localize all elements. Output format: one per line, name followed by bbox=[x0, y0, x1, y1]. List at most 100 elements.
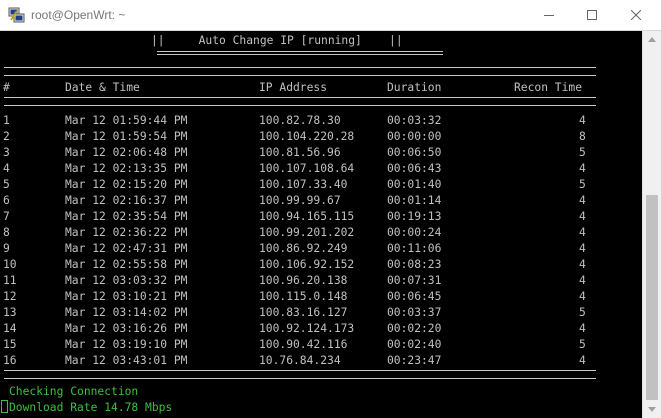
table-row: 12 Mar 12 03:10:21 PM 100.115.0.148 00:06:4… bbox=[1, 289, 601, 305]
row-datetime: Mar 12 03:14:02 PM bbox=[65, 306, 188, 319]
row-number: 5 bbox=[3, 178, 10, 191]
row-ip-address: 100.81.56.96 bbox=[259, 146, 341, 159]
row-number: 14 bbox=[3, 322, 17, 335]
table-row: 2 Mar 12 01:59:54 PM 100.104.220.28 00:00:0… bbox=[1, 129, 601, 145]
row-ip-address: 100.83.16.127 bbox=[259, 306, 348, 319]
scroll-down-button[interactable] bbox=[643, 401, 661, 418]
row-datetime: Mar 12 02:55:58 PM bbox=[65, 258, 188, 271]
download-line: Download Rate 14.78 Mbps bbox=[1, 400, 172, 416]
row-ip-address: 100.92.124.173 bbox=[259, 322, 355, 335]
terminal-output[interactable]: || Auto Change IP [running] || # Date & … bbox=[1, 31, 642, 418]
table-row: 1 Mar 12 01:59:44 PM 100.82.78.30 00:03:32 4 bbox=[1, 113, 601, 129]
close-icon bbox=[631, 10, 641, 20]
row-duration: 00:23:47 bbox=[387, 354, 442, 367]
maximize-button[interactable] bbox=[569, 0, 615, 30]
table-row: 10 Mar 12 02:55:58 PM 100.106.92.152 00:08:… bbox=[1, 257, 601, 273]
row-ip-address: 100.96.20.138 bbox=[259, 274, 348, 287]
table-row: 13 Mar 12 03:14:02 PM 100.83.16.127 00:03:3… bbox=[1, 305, 601, 321]
row-datetime: Mar 12 02:15:20 PM bbox=[65, 178, 188, 191]
row-recon-time: 5 bbox=[579, 146, 586, 159]
row-duration: 00:02:40 bbox=[387, 338, 442, 351]
row-number: 3 bbox=[3, 146, 10, 159]
row-duration: 00:01:14 bbox=[387, 194, 442, 207]
download-rate: Download Rate 14.78 Mbps bbox=[9, 401, 173, 414]
row-datetime: Mar 12 01:59:54 PM bbox=[65, 130, 188, 143]
row-ip-address: 100.82.78.30 bbox=[259, 114, 341, 127]
row-number: 8 bbox=[3, 226, 10, 239]
row-ip-address: 100.107.33.40 bbox=[259, 178, 348, 191]
row-number: 6 bbox=[3, 194, 10, 207]
row-duration: 00:03:32 bbox=[387, 114, 442, 127]
row-datetime: Mar 12 02:47:31 PM bbox=[65, 242, 188, 255]
row-recon-time: 4 bbox=[579, 258, 586, 271]
terminal-window: root@OpenWrt: ~ || Auto Change IP [runni… bbox=[0, 0, 661, 418]
row-number: 10 bbox=[3, 258, 17, 271]
row-datetime: Mar 12 02:13:35 PM bbox=[65, 162, 188, 175]
row-duration: 00:06:45 bbox=[387, 290, 442, 303]
row-number: 13 bbox=[3, 306, 17, 319]
row-ip-address: 100.90.42.116 bbox=[259, 338, 348, 351]
banner-underline bbox=[157, 51, 443, 55]
row-number: 7 bbox=[3, 210, 10, 223]
separator-bottom bbox=[4, 370, 596, 379]
header-recon: Recon Time bbox=[514, 81, 583, 94]
row-number: 11 bbox=[3, 274, 17, 287]
header-num: # bbox=[3, 81, 10, 94]
row-number: 9 bbox=[3, 242, 10, 255]
row-recon-time: 5 bbox=[579, 338, 586, 351]
header-duration: Duration bbox=[387, 81, 442, 94]
row-ip-address: 100.107.108.64 bbox=[259, 162, 355, 175]
row-duration: 00:03:37 bbox=[387, 306, 442, 319]
vertical-scrollbar[interactable] bbox=[642, 31, 661, 418]
row-ip-address: 100.106.92.152 bbox=[259, 258, 355, 271]
row-recon-time: 4 bbox=[579, 290, 586, 303]
row-number: 12 bbox=[3, 290, 17, 303]
table-row: 16 Mar 12 03:43:01 PM 10.76.84.234 00:23:47… bbox=[1, 353, 601, 369]
row-number: 16 bbox=[3, 354, 17, 367]
status-line: Checking Connection bbox=[9, 385, 139, 398]
chevron-up-icon bbox=[648, 37, 656, 42]
row-datetime: Mar 12 02:16:37 PM bbox=[65, 194, 188, 207]
header-ip: IP Address bbox=[259, 81, 328, 94]
row-duration: 00:00:00 bbox=[387, 130, 442, 143]
title-bar[interactable]: root@OpenWrt: ~ bbox=[0, 0, 661, 31]
row-recon-time: 8 bbox=[579, 130, 586, 143]
close-button[interactable] bbox=[613, 0, 659, 30]
row-duration: 00:08:23 bbox=[387, 258, 442, 271]
row-ip-address: 100.99.201.202 bbox=[259, 226, 355, 239]
row-duration: 00:01:40 bbox=[387, 178, 442, 191]
row-datetime: Mar 12 03:19:10 PM bbox=[65, 338, 188, 351]
row-recon-time: 4 bbox=[579, 114, 586, 127]
row-recon-time: 4 bbox=[579, 274, 586, 287]
window-title: root@OpenWrt: ~ bbox=[31, 8, 126, 22]
putty-icon[interactable] bbox=[8, 7, 26, 23]
table-row: 8 Mar 12 02:36:22 PM 100.99.201.202 00:00:2… bbox=[1, 225, 601, 241]
row-number: 15 bbox=[3, 338, 17, 351]
row-duration: 00:19:13 bbox=[387, 210, 442, 223]
chevron-down-icon bbox=[648, 407, 656, 412]
row-ip-address: 100.86.92.249 bbox=[259, 242, 348, 255]
table-row: 6 Mar 12 02:16:37 PM 100.99.99.67 00:01:14 4 bbox=[1, 193, 601, 209]
separator-top bbox=[4, 67, 596, 76]
scrollbar-thumb[interactable] bbox=[646, 195, 658, 400]
row-recon-time: 4 bbox=[579, 322, 586, 335]
row-number: 2 bbox=[3, 130, 10, 143]
row-datetime: Mar 12 03:43:01 PM bbox=[65, 354, 188, 367]
cursor-icon bbox=[1, 400, 8, 413]
table-row: 9 Mar 12 02:47:31 PM 100.86.92.249 00:11:06… bbox=[1, 241, 601, 257]
scroll-up-button[interactable] bbox=[643, 31, 661, 48]
minimize-button[interactable] bbox=[526, 0, 572, 30]
row-datetime: Mar 12 01:59:44 PM bbox=[65, 114, 188, 127]
row-duration: 00:02:20 bbox=[387, 322, 442, 335]
row-duration: 00:06:43 bbox=[387, 162, 442, 175]
row-recon-time: 4 bbox=[579, 354, 586, 367]
banner-title: || Auto Change IP [running] || bbox=[151, 34, 403, 47]
row-datetime: Mar 12 02:35:54 PM bbox=[65, 210, 188, 223]
table-row: 4 Mar 12 02:13:35 PM 100.107.108.64 00:06:4… bbox=[1, 161, 601, 177]
row-recon-time: 4 bbox=[579, 242, 586, 255]
row-recon-time: 4 bbox=[579, 162, 586, 175]
row-ip-address: 10.76.84.234 bbox=[259, 354, 341, 367]
row-recon-time: 4 bbox=[579, 226, 586, 239]
table-row: 15 Mar 12 03:19:10 PM 100.90.42.116 00:02:4… bbox=[1, 337, 601, 353]
row-recon-time: 5 bbox=[579, 306, 586, 319]
